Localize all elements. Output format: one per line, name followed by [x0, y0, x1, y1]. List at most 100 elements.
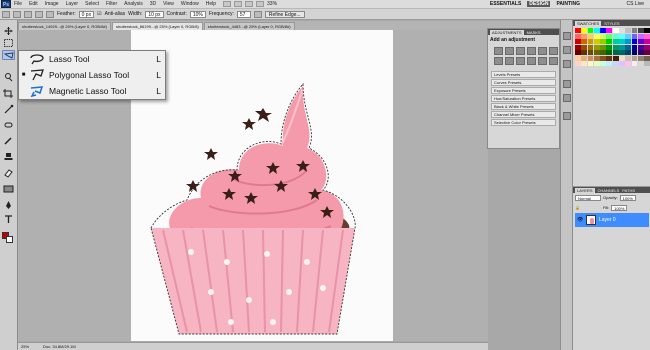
color-swatch[interactable] [600, 44, 606, 50]
color-swatch[interactable] [593, 50, 600, 55]
document-tab[interactable]: shutterstock_4483...@ 25% (Layer 0, RGB/… [203, 22, 295, 30]
color-swatch[interactable] [587, 50, 594, 55]
preset-levels[interactable]: Levels Presets [491, 71, 556, 78]
channel-mixer-icon[interactable] [527, 57, 536, 65]
color-swatch[interactable] [600, 33, 606, 39]
swatches-panel-icon[interactable] [563, 46, 571, 54]
color-swatch[interactable] [593, 33, 600, 39]
feather-input[interactable]: 0 px [78, 10, 95, 18]
color-swatch[interactable] [625, 55, 632, 61]
color-swatch[interactable] [637, 33, 644, 39]
invert-icon[interactable] [538, 57, 547, 65]
tab-masks[interactable]: MASKS [527, 30, 541, 35]
color-swatch[interactable] [575, 28, 581, 33]
workspace-painting[interactable]: PAINTING [556, 1, 580, 7]
background-color-swatch[interactable] [6, 236, 13, 243]
document-tab[interactable]: shutterstock_14929...@ 25% (Layer 0, RGB… [18, 22, 111, 30]
curves-icon[interactable] [516, 47, 525, 55]
blend-mode-select[interactable]: Normal [575, 195, 601, 201]
cs-live-button[interactable]: CS Live [626, 1, 644, 7]
color-swatch[interactable] [631, 44, 638, 50]
preset-hue-saturation[interactable]: Hue/Saturation Presets [491, 95, 556, 102]
intersect-selection-icon[interactable] [46, 10, 54, 18]
type-tool-icon[interactable] [2, 214, 15, 224]
color-swatch[interactable] [593, 39, 600, 44]
photo-filter-icon[interactable] [516, 57, 525, 65]
flyout-item-magnetic-lasso[interactable]: Magnetic Lasso Tool L [19, 83, 165, 99]
color-swatch[interactable] [600, 28, 606, 33]
actions-panel-icon[interactable] [563, 94, 571, 102]
color-swatch[interactable] [625, 44, 632, 50]
levels-icon[interactable] [505, 47, 514, 55]
styles-panel-icon[interactable] [563, 60, 571, 68]
color-swatch[interactable] [612, 28, 619, 33]
color-swatch[interactable] [600, 55, 606, 61]
color-swatch[interactable] [625, 61, 632, 66]
preset-exposure[interactable]: Exposure Presets [491, 87, 556, 94]
pen-pressure-icon[interactable] [253, 10, 262, 18]
hue-saturation-icon[interactable] [549, 47, 558, 55]
color-swatch[interactable] [581, 55, 588, 61]
layer-row[interactable]: 👁 Layer 0 [575, 213, 649, 227]
brush-tool-icon[interactable] [2, 136, 15, 146]
color-swatch[interactable] [644, 39, 650, 44]
preset-black-white[interactable]: Black & White Presets [491, 103, 556, 110]
gradient-tool-icon[interactable] [2, 184, 15, 194]
vibrance-icon[interactable] [538, 47, 547, 55]
color-swatch[interactable] [619, 55, 625, 61]
history-panel-icon[interactable] [563, 80, 571, 88]
color-swatch[interactable] [575, 55, 581, 61]
color-swatch[interactable] [600, 39, 606, 44]
color-swatch[interactable] [581, 44, 588, 50]
color-swatch[interactable] [612, 33, 619, 39]
eraser-tool-icon[interactable] [2, 168, 15, 178]
menu-layer[interactable]: Layer [66, 1, 79, 7]
workspace-design[interactable]: DESIGN [527, 1, 551, 7]
color-swatch[interactable] [612, 50, 619, 55]
menu-view[interactable]: View [163, 1, 174, 7]
tab-swatches[interactable]: SWATCHES [575, 20, 602, 26]
black-white-icon[interactable] [505, 57, 514, 65]
color-swatch[interactable] [606, 55, 613, 61]
color-swatch[interactable] [581, 28, 588, 33]
color-swatch[interactable] [625, 28, 632, 33]
tab-layers[interactable]: LAYERS [575, 187, 595, 193]
color-swatch[interactable] [606, 28, 613, 33]
color-swatch[interactable] [575, 61, 581, 66]
add-to-selection-icon[interactable] [24, 10, 32, 18]
color-swatch[interactable] [631, 33, 638, 39]
document-canvas[interactable] [131, 30, 393, 341]
color-swatch[interactable] [644, 61, 650, 66]
color-swatch[interactable] [575, 44, 581, 50]
launch-minibridge-icon[interactable] [234, 1, 243, 7]
hand-icon[interactable] [245, 1, 254, 7]
document-tab-active[interactable]: shutterstock_86199...@ 25% (Layer 0, RGB… [112, 22, 203, 30]
color-swatch[interactable] [619, 50, 625, 55]
fill-input[interactable]: 100% [611, 205, 628, 211]
menu-file[interactable]: File [14, 1, 22, 7]
menu-window[interactable]: Window [181, 1, 199, 7]
flyout-item-polygonal-lasso[interactable]: ■ Polygonal Lasso Tool L [19, 67, 165, 83]
healing-brush-tool-icon[interactable] [2, 120, 15, 130]
color-swatch[interactable] [619, 28, 625, 33]
zoom-icon[interactable] [256, 1, 265, 7]
color-swatch[interactable] [593, 44, 600, 50]
color-panel-icon[interactable] [563, 32, 571, 40]
color-swatch[interactable] [587, 39, 594, 44]
marquee-tool-icon[interactable] [2, 38, 15, 48]
zoom-level[interactable]: 33% [267, 1, 277, 7]
color-swatch[interactable] [606, 44, 613, 50]
color-swatch[interactable] [581, 50, 588, 55]
color-balance-icon[interactable] [494, 57, 503, 65]
quick-selection-tool-icon[interactable] [2, 72, 15, 82]
color-swatch[interactable] [625, 50, 632, 55]
refine-edge-button[interactable]: Refine Edge... [264, 10, 305, 18]
color-swatch[interactable] [612, 61, 619, 66]
color-swatch[interactable] [644, 44, 650, 50]
menu-filter[interactable]: Filter [106, 1, 117, 7]
color-swatch[interactable] [587, 28, 594, 33]
move-tool-icon[interactable] [2, 26, 15, 36]
menu-image[interactable]: Image [45, 1, 59, 7]
color-swatch[interactable] [631, 28, 638, 33]
color-swatch[interactable] [619, 39, 625, 44]
